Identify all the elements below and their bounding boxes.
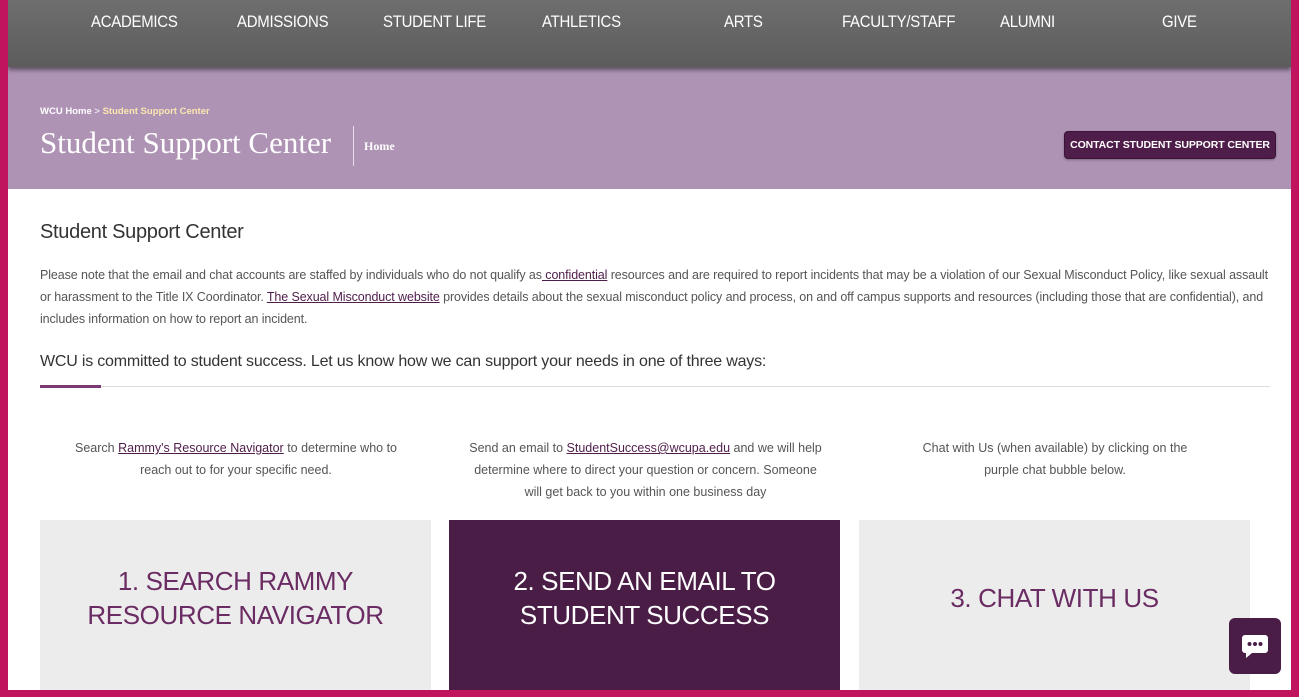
send-email-card[interactable]: 2. SEND AN EMAIL TO STUDENT SUCCESS xyxy=(449,520,840,690)
rammy-resource-navigator-link[interactable]: Rammy's Resource Navigator xyxy=(118,441,284,455)
nav-give[interactable]: GIVE xyxy=(1162,12,1197,32)
breadcrumb-separator: > xyxy=(91,106,103,117)
page: ACADEMICS ADMISSIONS STUDENT LIFE ATHLET… xyxy=(8,0,1291,690)
nav-faculty-staff[interactable]: FACULTY/STAFF xyxy=(842,12,955,32)
option-1-description: Search Rammy's Resource Navigator to det… xyxy=(40,437,432,481)
section-divider xyxy=(40,386,1270,387)
nav-athletics[interactable]: ATHLETICS xyxy=(542,12,621,32)
confidentiality-notice: Please note that the email and chat acco… xyxy=(40,264,1280,330)
nav-arts[interactable]: ARTS xyxy=(724,12,763,32)
nav-admissions[interactable]: ADMISSIONS xyxy=(237,12,329,32)
title-divider xyxy=(353,126,354,166)
student-success-email-link[interactable]: StudentSuccess@wcupa.edu xyxy=(567,441,730,455)
commitment-statement: WCU is committed to student success. Let… xyxy=(40,353,767,370)
chat-with-us-card-label: 3. CHAT WITH US xyxy=(950,582,1159,613)
option-1-text-pre: Search xyxy=(75,441,119,455)
breadcrumb-current: Student Support Center xyxy=(102,106,210,117)
option-3-description: Chat with Us (when available) by clickin… xyxy=(859,437,1251,481)
notice-text-1: Please note that the email and chat acco… xyxy=(40,268,542,282)
nav-academics[interactable]: ACADEMICS xyxy=(91,12,178,32)
home-link[interactable]: Home xyxy=(364,139,395,154)
search-rammy-card-label: 1. SEARCH RAMMY RESOURCE NAVIGATOR xyxy=(87,565,384,630)
send-email-card-label: 2. SEND AN EMAIL TO STUDENT SUCCESS xyxy=(513,565,776,630)
top-nav: ACADEMICS ADMISSIONS STUDENT LIFE ATHLET… xyxy=(8,0,1291,67)
option-3-text: Chat with Us (when available) by clickin… xyxy=(922,441,1188,477)
nav-student-life[interactable]: STUDENT LIFE xyxy=(383,12,486,32)
nav-alumni[interactable]: ALUMNI xyxy=(1000,12,1055,32)
section-divider-accent xyxy=(40,385,101,388)
option-2-text-pre: Send an email to xyxy=(469,441,567,455)
breadcrumb-home-link[interactable]: WCU Home xyxy=(40,106,92,117)
chat-bubble-icon xyxy=(1242,635,1268,658)
option-2-description: Send an email to StudentSuccess@wcupa.ed… xyxy=(449,437,842,503)
breadcrumb: WCU Home > Student Support Center xyxy=(40,106,210,117)
chat-launcher-button[interactable] xyxy=(1229,618,1281,674)
contact-student-support-button[interactable]: CONTACT STUDENT SUPPORT CENTER xyxy=(1064,131,1276,159)
page-title: Student Support Center xyxy=(40,125,332,160)
confidential-link[interactable]: confidential xyxy=(542,268,607,282)
page-header-band: WCU Home > Student Support Center Studen… xyxy=(8,67,1291,189)
sexual-misconduct-website-link[interactable]: The Sexual Misconduct website xyxy=(267,290,440,304)
chat-with-us-card[interactable]: 3. CHAT WITH US xyxy=(859,520,1250,690)
search-rammy-card[interactable]: 1. SEARCH RAMMY RESOURCE NAVIGATOR xyxy=(40,520,431,690)
section-heading: Student Support Center xyxy=(40,221,244,243)
